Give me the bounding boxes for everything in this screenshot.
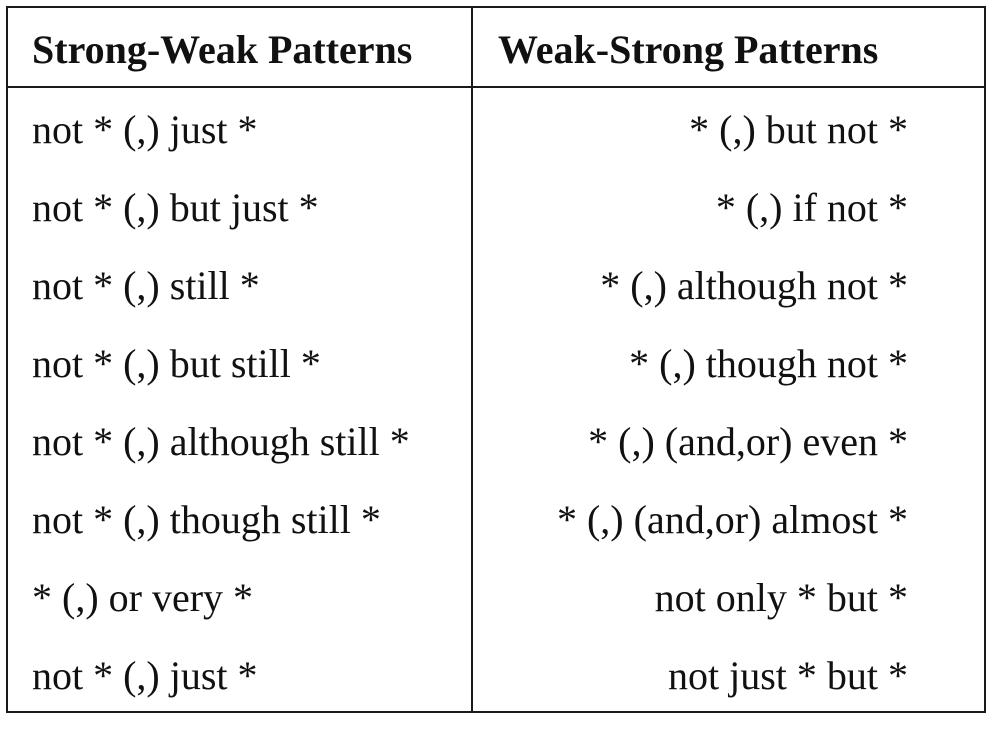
header-weak-strong: Weak-Strong Patterns: [498, 27, 879, 72]
table-cell: not * (,) just *: [32, 653, 258, 698]
table-cell: * (,) but not *: [689, 107, 908, 152]
strong-weak-column: not * (,) just * not * (,) but just * no…: [32, 106, 462, 730]
table-cell: * (,) though not *: [629, 341, 908, 386]
table-cell: not * (,) still *: [32, 263, 260, 308]
weak-strong-column: * (,) but not * * (,) if not * * (,) alt…: [478, 106, 908, 730]
table-cell: not just * but *: [667, 653, 908, 698]
table-cell: not * (,) but still *: [32, 341, 321, 386]
table-cell: not only * but *: [654, 575, 908, 620]
table-cell: not * (,) though still *: [32, 497, 381, 542]
table-cell: * (,) (and,or) even *: [588, 419, 908, 464]
header-rule: [8, 86, 984, 88]
table-cell: not * (,) but just *: [32, 185, 319, 230]
table-cell: not * (,) although still *: [32, 419, 410, 464]
column-divider: [471, 8, 473, 711]
table-cell: * (,) although not *: [600, 263, 908, 308]
table-cell: * (,) or very *: [32, 575, 254, 620]
table-cell: not * (,) just *: [32, 107, 258, 152]
table-cell: * (,) (and,or) almost *: [556, 497, 908, 542]
header-strong-weak: Strong-Weak Patterns: [32, 27, 413, 72]
patterns-table: Strong-Weak Patterns Weak-Strong Pattern…: [6, 6, 986, 713]
table-cell: * (,) if not *: [715, 185, 908, 230]
